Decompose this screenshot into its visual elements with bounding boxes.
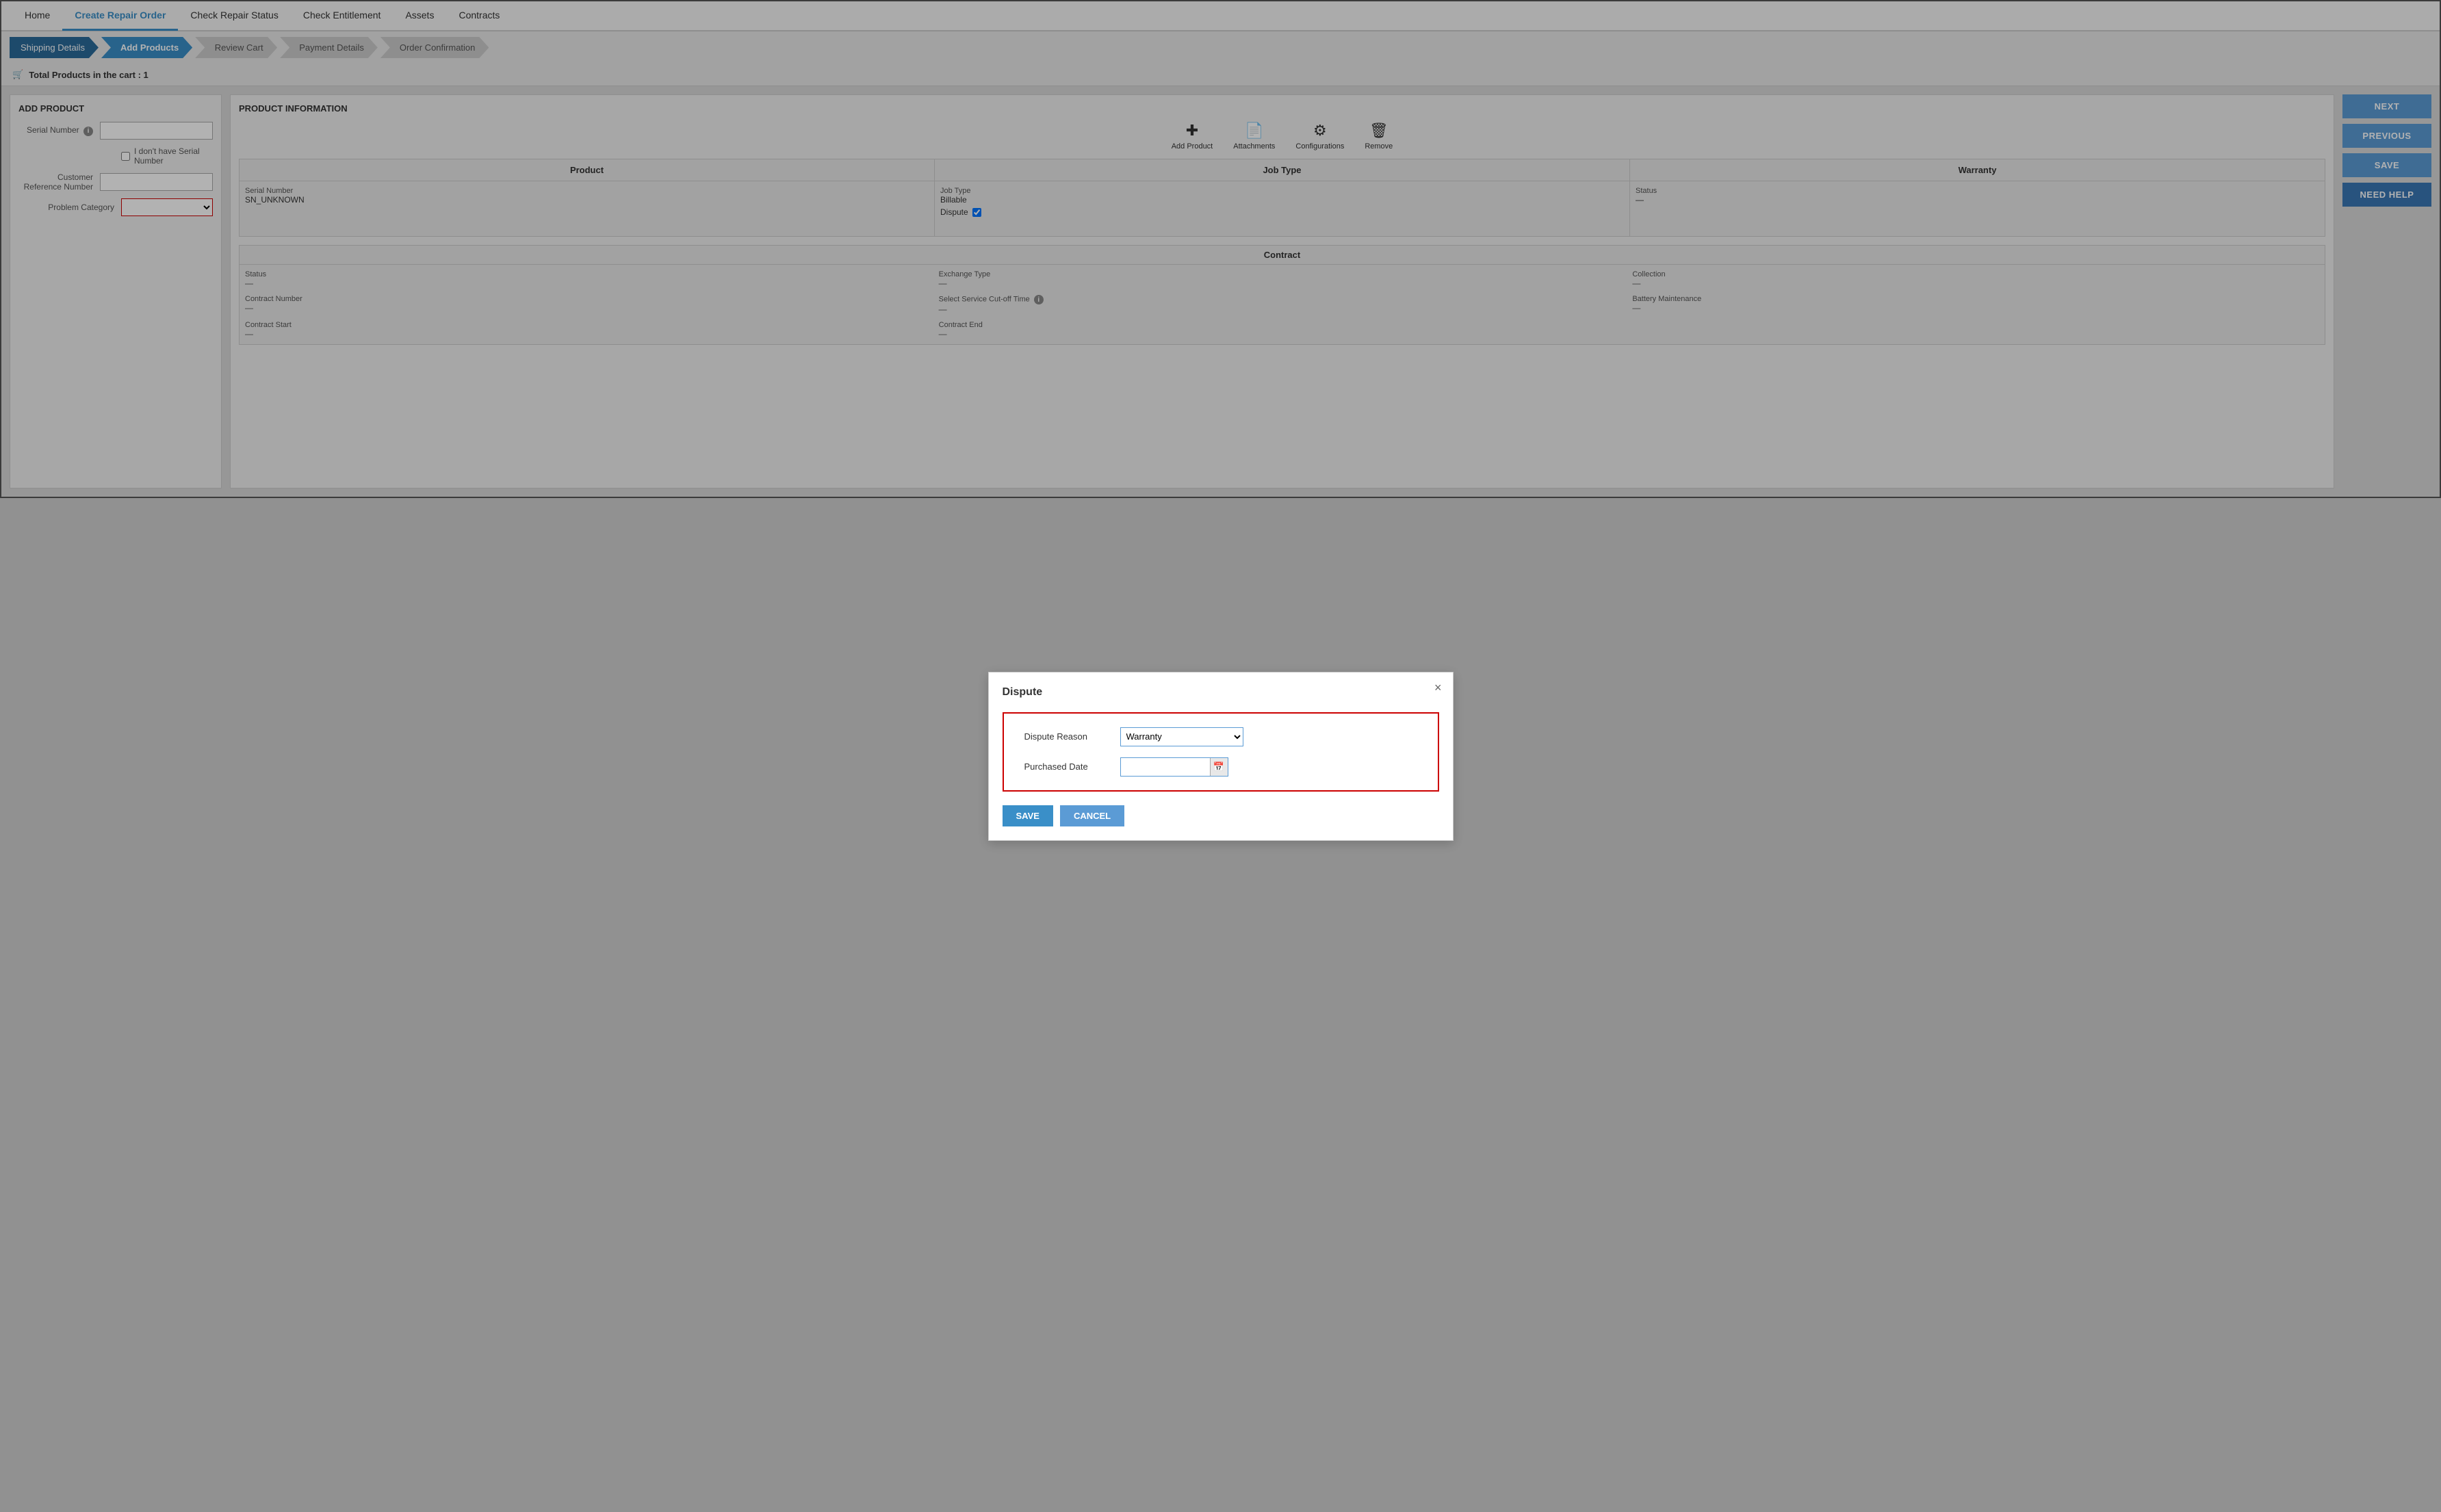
dispute-modal: Dispute × Dispute Reason Warranty Other … (988, 672, 1454, 841)
modal-form: Dispute Reason Warranty Other Purchased … (1003, 712, 1439, 792)
purchased-date-input[interactable] (1121, 758, 1210, 776)
modal-overlay: Dispute × Dispute Reason Warranty Other … (0, 0, 2441, 1512)
modal-save-button[interactable]: SAVE (1003, 805, 1053, 826)
dispute-reason-select[interactable]: Warranty Other (1120, 727, 1243, 746)
calendar-icon[interactable]: 📅 (1210, 758, 1228, 776)
dispute-reason-row: Dispute Reason Warranty Other (1024, 727, 1417, 746)
purchased-date-label: Purchased Date (1024, 761, 1120, 772)
purchased-date-row: Purchased Date 📅 (1024, 757, 1417, 777)
modal-cancel-button[interactable]: CANCEL (1060, 805, 1124, 826)
modal-close-button[interactable]: × (1434, 681, 1442, 695)
purchased-date-wrapper: 📅 (1120, 757, 1228, 777)
dispute-reason-label: Dispute Reason (1024, 731, 1120, 742)
modal-title: Dispute (1003, 686, 1439, 699)
modal-buttons: SAVE CANCEL (1003, 805, 1439, 826)
